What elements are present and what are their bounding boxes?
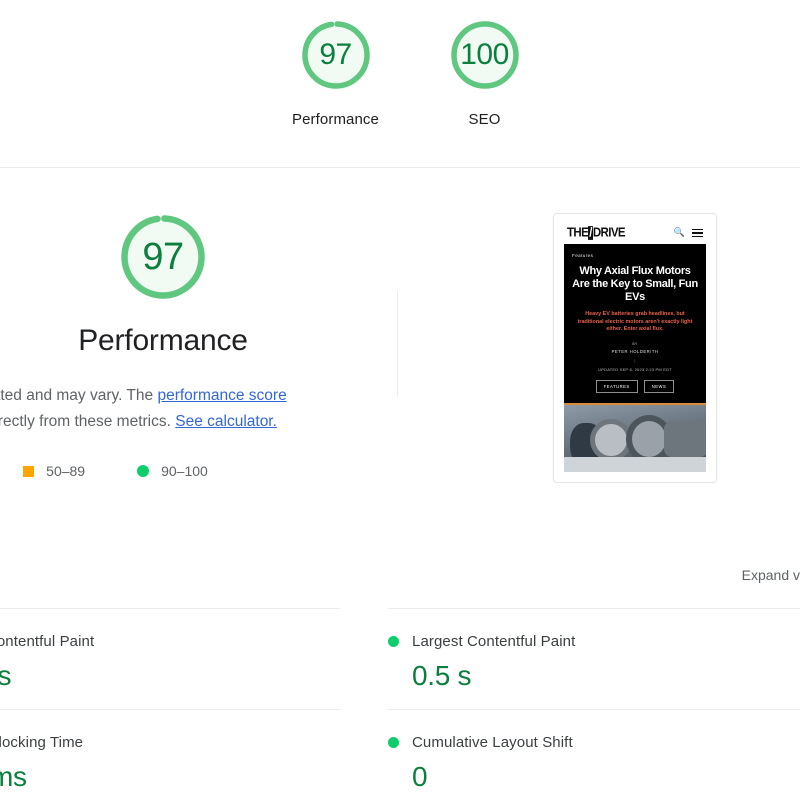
summary-gauge-performance[interactable]: 97 Performance — [283, 16, 388, 128]
metrics-header: CS Expand v — [0, 565, 800, 585]
pagespeed-report-page: 97 Performance 100 SEO 97 Performance te… — [0, 0, 800, 800]
performance-description-line2: directly from these metrics. — [0, 413, 171, 430]
metric-card-total-blocking-time[interactable]: Total Blocking Time 30 ms — [0, 709, 340, 800]
thumbnail-article-photo — [564, 404, 706, 472]
legend-label-good: 90–100 — [161, 463, 208, 479]
metric-value: 0.5 s — [412, 660, 472, 691]
photo-shape — [664, 420, 706, 457]
hamburger-menu-icon — [692, 227, 703, 239]
gauge-ring-performance: 97 — [297, 16, 375, 94]
thumbnail-author: PETER HOLDERITH — [611, 348, 659, 354]
performance-panel: 97 Performance are estimated and may var… — [0, 169, 800, 544]
site-logo: THE/DRIVE — [567, 226, 626, 240]
status-dot-icon — [388, 737, 399, 748]
thumbnail-tag-list: FEATURES NEWS — [572, 379, 698, 393]
metric-card-cumulative-layout-shift[interactable]: Cumulative Layout Shift 0 — [388, 709, 800, 800]
vertical-divider — [397, 291, 398, 396]
see-calculator-link[interactable]: See calculator. — [175, 413, 277, 430]
site-logo-post: DRIVE — [592, 226, 626, 240]
metric-card-largest-contentful-paint[interactable]: Largest Contentful Paint 0.5 s — [388, 608, 800, 709]
metric-value: 0.5 s — [0, 660, 12, 691]
legend-label-average: 50–89 — [46, 463, 86, 479]
site-logo-pre: THE — [567, 226, 589, 240]
metric-label-row: Cumulative Layout Shift — [388, 734, 800, 751]
metric-value: 30 ms — [0, 761, 27, 792]
gauge-ring-seo: 100 — [446, 16, 524, 94]
performance-gauge-row: 97 — [0, 209, 398, 310]
summary-gauge-seo[interactable]: 100 SEO — [432, 16, 537, 128]
legend-item-average: 50–89 — [23, 463, 85, 479]
performance-description: are estimated and may vary. The performa… — [0, 383, 366, 435]
thumbnail-header-icons: 🔍 — [674, 227, 703, 239]
thumbnail-tag-features: FEATURES — [595, 379, 638, 393]
expand-view-toggle[interactable]: Expand v — [742, 567, 800, 583]
thumbnail-updated-date: UPDATED SEP 8, 2023 2:23 PM EDT — [598, 366, 672, 372]
summary-score-value-seo: 100 — [460, 38, 509, 71]
metric-name: Cumulative Layout Shift — [412, 734, 573, 751]
page-screenshot-thumbnail[interactable]: THE/DRIVE 🔍 Features Why Axial Flux Moto… — [553, 213, 717, 483]
metric-name: Total Blocking Time — [0, 734, 84, 751]
performance-score-link[interactable]: performance score — [157, 387, 286, 404]
metric-card-first-contentful-paint[interactable]: First Contentful Paint 0.5 s — [0, 608, 340, 709]
gauge-ring-performance-large: 97 — [115, 209, 211, 305]
photo-shape — [564, 456, 706, 472]
thumbnail-hero: Features Why Axial Flux Motors Are the K… — [564, 244, 706, 403]
summary-gauge-list: 97 Performance 100 SEO — [283, 16, 537, 128]
search-icon: 🔍 — [673, 227, 685, 238]
circle-icon — [137, 465, 150, 477]
thumbnail-kicker: Features — [572, 253, 594, 258]
thumbnail-site-header: THE/DRIVE 🔍 — [564, 222, 706, 244]
summary-score-value-performance: 97 — [319, 38, 352, 71]
thumbnail-tag-news: NEWS — [643, 379, 675, 393]
metrics-section: CS Expand v First Contentful Paint 0.5 s… — [0, 545, 800, 800]
metric-name: Largest Contentful Paint — [412, 633, 576, 650]
performance-description-line1: are estimated and may vary. The — [0, 387, 154, 404]
thumbnail-viewport: THE/DRIVE 🔍 Features Why Axial Flux Moto… — [564, 222, 706, 472]
metric-name: First Contentful Paint — [0, 633, 95, 650]
page-title: Performance — [78, 324, 248, 357]
thumbnail-headline: Why Axial Flux Motors Are the Key to Sma… — [572, 265, 698, 303]
metric-label-row: First Contentful Paint — [0, 633, 340, 650]
metric-label-row: Total Blocking Time — [0, 734, 340, 751]
performance-score-value: 97 — [142, 235, 184, 278]
score-legend: 0–49 50–89 90–100 — [0, 463, 398, 479]
summary-gauge-label-seo: SEO — [468, 111, 501, 128]
thumbnail-separator: | — [634, 358, 636, 363]
metrics-grid: First Contentful Paint 0.5 s Largest Con… — [0, 608, 800, 800]
status-dot-icon — [388, 636, 399, 647]
thumbnail-dek: Heavy EV batteries grab headlines, but t… — [577, 311, 693, 333]
summary-score-strip: 97 Performance 100 SEO — [0, 0, 800, 168]
legend-item-good: 90–100 — [137, 463, 208, 479]
summary-gauge-label-performance: Performance — [292, 111, 379, 128]
square-icon — [23, 465, 35, 477]
thumbnail-byline-label: BY — [632, 341, 638, 346]
metric-label-row: Largest Contentful Paint — [388, 633, 800, 650]
metric-value: 0 — [412, 761, 428, 792]
performance-summary-block: 97 Performance are estimated and may var… — [0, 209, 398, 479]
